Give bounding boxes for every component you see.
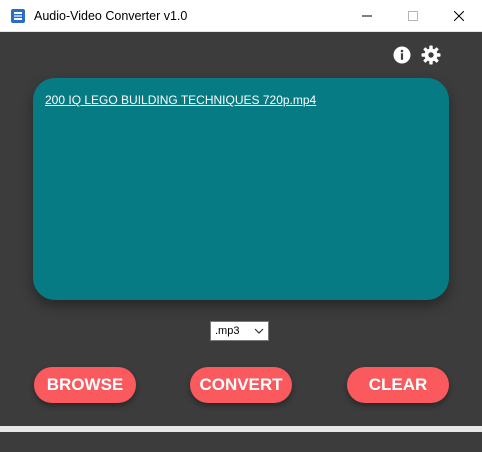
file-drop-panel[interactable]: 200 IQ LEGO BUILDING TECHNIQUES 720p.mp4	[33, 78, 449, 300]
close-button[interactable]	[436, 0, 482, 32]
format-selected-value: .mp3	[215, 325, 240, 337]
app-logo-icon	[11, 9, 25, 23]
info-icon[interactable]	[393, 46, 411, 64]
maximize-button[interactable]	[390, 0, 436, 32]
clear-button[interactable]: CLEAR	[347, 367, 449, 403]
convert-button[interactable]: CONVERT	[190, 367, 292, 403]
window-title: Audio-Video Converter v1.0	[34, 9, 188, 23]
browse-button[interactable]: BROWSE	[34, 367, 136, 403]
gear-icon[interactable]	[421, 45, 441, 65]
maximize-icon	[408, 11, 418, 21]
title-bar[interactable]: Audio-Video Converter v1.0	[0, 0, 482, 32]
progress-bar	[0, 426, 482, 432]
app-window: Audio-Video Converter v1.0 200 IQ LEGO B…	[0, 0, 482, 452]
close-icon	[454, 11, 464, 21]
selected-file-link[interactable]: 200 IQ LEGO BUILDING TECHNIQUES 720p.mp4	[45, 93, 316, 107]
chevron-down-icon	[254, 328, 264, 334]
minimize-icon	[362, 15, 372, 17]
format-dropdown[interactable]: .mp3	[210, 321, 269, 341]
minimize-button[interactable]	[344, 0, 390, 32]
